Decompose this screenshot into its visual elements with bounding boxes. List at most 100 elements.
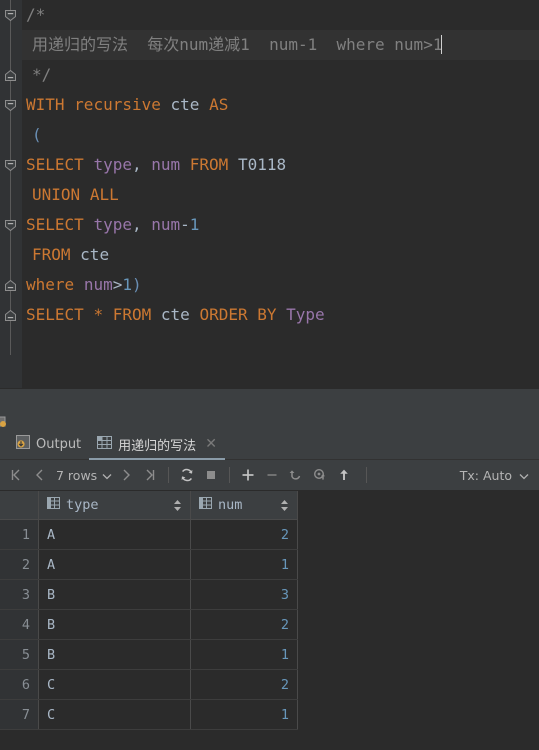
last-page-icon[interactable] [138,463,162,487]
cell-type[interactable]: B [38,579,191,610]
column-header-num[interactable]: num [190,491,298,520]
cell-num[interactable]: 1 [190,699,298,730]
table-row[interactable]: 1A2 [0,519,298,550]
code-line[interactable]: UNION ALL [22,180,539,210]
rows-count-label: 7 rows [56,467,98,483]
code-line[interactable]: */ [22,60,539,90]
code-token: cte [160,305,190,324]
panel-divider-strip[interactable] [0,411,539,429]
cell-type[interactable]: C [38,669,191,700]
code-token: WITH [26,95,65,114]
cell-num[interactable]: 3 [190,579,298,610]
code-token: where [26,275,75,294]
cell-num[interactable]: 2 [190,609,298,640]
result-toolbar: 7 rows Tx: Auto [0,460,539,491]
previous-page-icon[interactable] [28,463,52,487]
code-token: num [151,155,181,174]
code-token: type [93,215,132,234]
sql-editor[interactable]: /* 用递归的写法 每次num递减1 num-1 where num>1 */ WIT… [0,0,539,388]
fold-expanded-icon[interactable] [4,99,17,112]
code-line[interactable]: /* [22,0,539,30]
column-header-type[interactable]: type [38,491,191,520]
chevron-down-icon [102,468,112,483]
table-header-row: type num [0,491,298,520]
code-line[interactable]: SELECT type, num FROM T0118 [22,150,539,180]
column-icon [199,497,212,513]
code-token: /* [26,5,46,24]
code-line[interactable]: WITH recursive cte AS [22,90,539,120]
delete-row-icon[interactable] [260,463,284,487]
code-token: ALL [89,185,119,204]
cell-type[interactable]: C [38,699,191,730]
cell-type[interactable]: A [38,549,191,580]
output-tabbar: Output 用递归的写法 ✕ [0,429,539,460]
code-token: T0118 [237,155,287,174]
code-token: Type [286,305,325,324]
code-token: SELECT [26,305,84,324]
submit-icon[interactable] [332,463,356,487]
first-page-icon[interactable] [4,463,28,487]
sort-arrows-icon[interactable] [173,499,182,512]
code-line[interactable]: SELECT type, num-1 [22,210,539,240]
editor-bottom-gap [0,388,539,411]
cell-num[interactable]: 2 [190,669,298,700]
editor-gutter[interactable] [0,0,22,388]
cell-type[interactable]: A [38,519,191,550]
fold-end-icon[interactable] [4,279,17,292]
transaction-mode-label: Tx: Auto [459,467,512,483]
table-row[interactable]: 2A1 [0,549,298,580]
fold-expanded-icon[interactable] [4,219,17,232]
code-token: ( [32,125,42,144]
rows-count-selector[interactable]: 7 rows [52,468,114,483]
row-number: 5 [0,639,39,670]
fold-end-icon[interactable] [4,309,17,322]
add-row-icon[interactable] [236,463,260,487]
revert-icon[interactable] [284,463,308,487]
code-line[interactable]: ( [22,120,539,150]
cell-num[interactable]: 1 [190,639,298,670]
code-line[interactable]: where num>1) [22,270,539,300]
cell-type[interactable]: B [38,639,191,670]
fold-connector-line [10,0,11,355]
code-token: cte [170,95,200,114]
fold-expanded-icon[interactable] [4,159,17,172]
code-line[interactable]: SELECT * FROM cte ORDER BY Type [22,300,539,330]
fold-expanded-icon[interactable] [4,9,17,22]
cell-num[interactable]: 1 [190,549,298,580]
code-line[interactable]: FROM cte [22,240,539,270]
cell-type[interactable]: B [38,609,191,640]
result-grid[interactable]: type num 1 A 2 2 A 1 3 B 3 4 B 2 5 B 1 6… [0,491,539,741]
table-grid-icon [97,435,113,453]
code-line[interactable]: 用递归的写法 每次num递减1 num-1 where num>1 [22,30,539,60]
table-row[interactable]: 3B3 [0,579,298,610]
tab-output[interactable]: Output [8,430,89,459]
code-token: FROM [189,155,229,174]
table-row[interactable]: 7C1 [0,699,298,730]
fold-end-icon[interactable] [4,69,17,82]
table-row[interactable]: 6C2 [0,669,298,700]
result-table: type num 1 A 2 2 A 1 3 B 3 4 B 2 5 B 1 6… [0,491,298,730]
next-page-icon[interactable] [114,463,138,487]
cell-num[interactable]: 2 [190,519,298,550]
commit-icon[interactable] [308,463,332,487]
editor-code-area[interactable]: /* 用递归的写法 每次num递减1 num-1 where num>1 */ WIT… [22,0,539,388]
table-row[interactable]: 4B2 [0,609,298,640]
tab-result-set[interactable]: 用递归的写法 ✕ [89,430,225,460]
code-token: , [131,215,152,234]
transaction-mode-selector[interactable]: Tx: Auto [460,468,539,483]
close-icon[interactable]: ✕ [205,437,217,451]
code-token: FROM [32,245,71,264]
row-number: 4 [0,609,39,640]
code-token: , [131,155,152,174]
code-token: FROM [112,305,152,324]
stop-icon[interactable] [199,463,223,487]
table-row[interactable]: 5B1 [0,639,298,670]
code-token: BY [257,305,277,324]
refresh-icon[interactable] [175,463,199,487]
sort-arrows-icon[interactable] [280,499,289,512]
